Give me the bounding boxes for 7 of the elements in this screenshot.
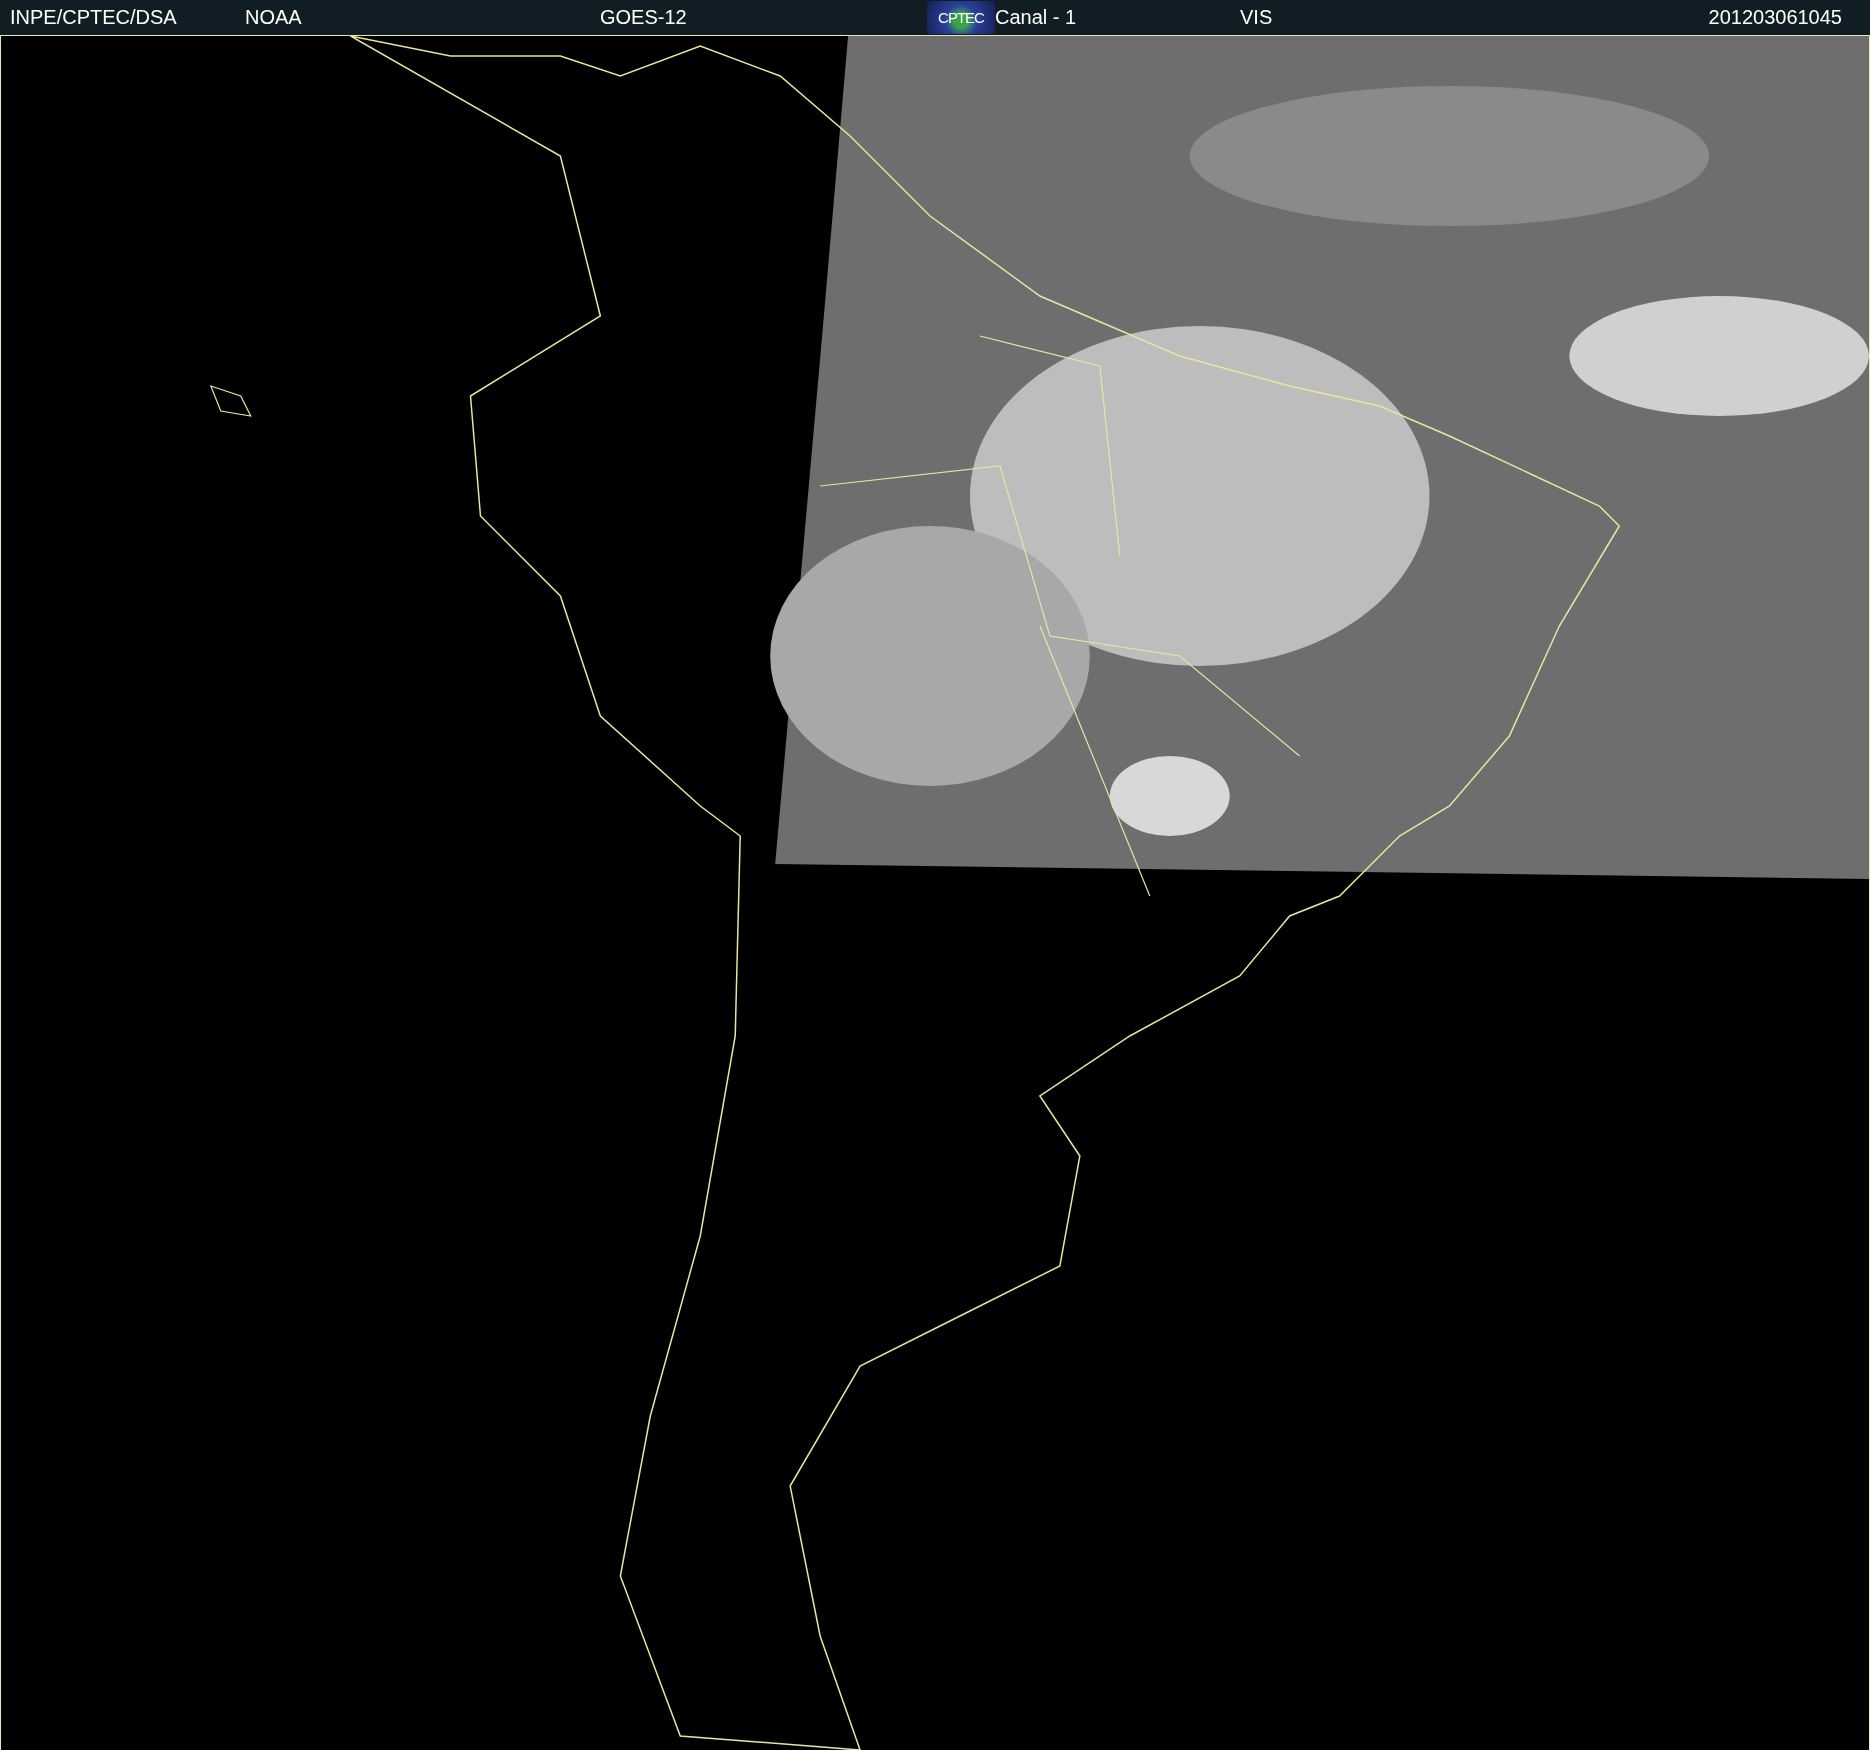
source-label: INPE/CPTEC/DSA [10, 6, 177, 29]
agency-label: NOAA [245, 6, 302, 29]
band-label: VIS [1240, 6, 1273, 29]
satellite-label: GOES-12 [600, 6, 687, 29]
logo: CPTEC [927, 1, 995, 34]
timestamp: 201203061045 [1708, 6, 1842, 29]
channel-label: Canal - 1 [995, 6, 1077, 29]
